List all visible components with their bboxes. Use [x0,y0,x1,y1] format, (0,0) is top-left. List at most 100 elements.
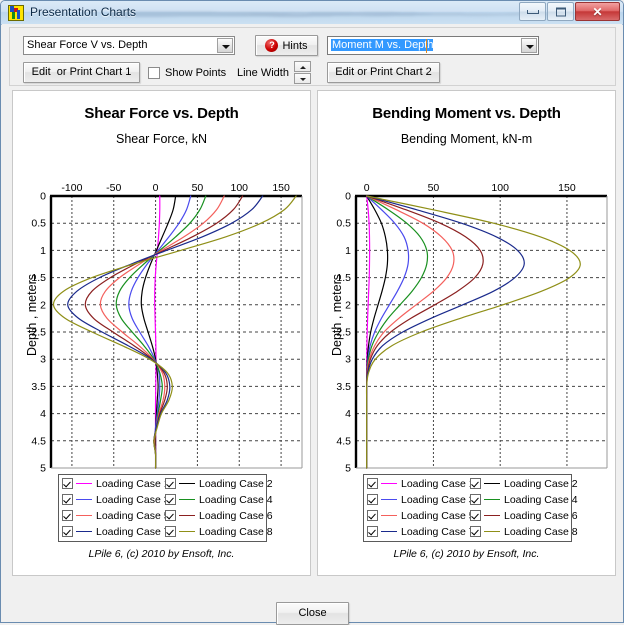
legend-item[interactable]: Loading Case 3 [367,492,475,507]
legend-checkbox[interactable] [470,478,481,489]
svg-text:1.5: 1.5 [31,272,46,284]
minimize-button[interactable] [519,2,546,21]
legend-color-swatch [381,483,397,484]
svg-text:0: 0 [153,182,159,194]
svg-text:3.5: 3.5 [31,381,46,393]
edit-print-chart1-button[interactable]: Edit or Print Chart 1 [23,62,140,83]
chevron-down-icon-2[interactable] [521,38,537,53]
legend-checkbox[interactable] [62,478,73,489]
legend-label: Loading Case 5 [96,509,170,522]
edit-print-chart2-button[interactable]: Edit or Print Chart 2 [327,62,440,83]
legend-label: Loading Case 6 [504,509,578,522]
legend-checkbox[interactable] [62,494,73,505]
legend-color-swatch [484,483,500,484]
chart2-type-value: Moment M vs. Depth [331,39,434,51]
svg-text:2.5: 2.5 [336,327,351,339]
legend-label: Loading Case 2 [199,477,273,490]
legend-color-swatch [179,531,195,532]
legend-checkbox[interactable] [62,526,73,537]
legend-checkbox[interactable] [367,478,378,489]
chart1-legend: Loading Case 1 Loading Case 2 Loading Case… [58,474,273,542]
line-width-stepper[interactable] [294,61,311,84]
hints-button[interactable]: ? Hints [255,35,318,56]
legend-color-swatch [76,499,92,500]
legend-row: Loading Case 3 Loading Case 4 [367,492,578,507]
svg-text:5: 5 [345,463,351,475]
legend-item[interactable]: Loading Case 1 [62,476,170,491]
legend-color-swatch [179,515,195,516]
legend-checkbox[interactable] [165,494,176,505]
legend-item[interactable]: Loading Case 3 [62,492,170,507]
chevron-down-icon[interactable] [217,38,233,53]
chart1-type-value: Shear Force V vs. Depth [27,39,148,51]
svg-text:4: 4 [345,408,351,420]
legend-item[interactable]: Loading Case 4 [470,492,578,507]
legend-checkbox[interactable] [367,526,378,537]
legend-color-swatch [381,515,397,516]
legend-item[interactable]: Loading Case 6 [470,508,578,523]
hints-label: Hints [282,39,308,52]
legend-item[interactable]: Loading Case 5 [367,508,475,523]
close-button[interactable]: Close [276,602,349,625]
legend-label: Loading Case 1 [401,477,475,490]
legend-color-swatch [179,483,195,484]
legend-row: Loading Case 7 Loading Case 8 [367,524,578,539]
spinner-up-icon[interactable] [294,61,311,72]
legend-checkbox[interactable] [165,510,176,521]
chart1-type-select[interactable]: Shear Force V vs. Depth [23,36,235,55]
legend-item[interactable]: Loading Case 4 [165,492,273,507]
text-caret [426,39,427,53]
legend-color-swatch [381,499,397,500]
legend-item[interactable]: Loading Case 1 [367,476,475,491]
legend-item[interactable]: Loading Case 2 [165,476,273,491]
spinner-down-icon[interactable] [294,73,311,84]
svg-text:50: 50 [192,182,204,194]
svg-text:100: 100 [491,182,509,194]
legend-checkbox[interactable] [62,510,73,521]
client-area: Shear Force V vs. Depth ? Hints Moment M… [2,24,622,625]
legend-checkbox[interactable] [165,478,176,489]
legend-label: Loading Case 1 [96,477,170,490]
chart2-type-select[interactable]: Moment M vs. Depth [327,36,539,55]
legend-checkbox[interactable] [165,526,176,537]
legend-item[interactable]: Loading Case 8 [165,524,273,539]
legend-color-swatch [76,531,92,532]
svg-text:2.5: 2.5 [31,327,46,339]
legend-item[interactable]: Loading Case 6 [165,508,273,523]
legend-label: Loading Case 2 [504,477,578,490]
legend-color-swatch [381,531,397,532]
minimize-icon [526,9,539,14]
show-points-checkbox[interactable] [148,67,160,79]
legend-checkbox[interactable] [367,510,378,521]
legend-color-swatch [484,531,500,532]
chart2-legend: Loading Case 1 Loading Case 2 Loading Case… [363,474,578,542]
legend-item[interactable]: Loading Case 7 [62,524,170,539]
legend-color-swatch [76,515,92,516]
svg-text:100: 100 [230,182,248,194]
svg-text:4.5: 4.5 [336,435,351,447]
window-buttons: ✕ [518,2,620,22]
app-charts-icon [8,5,24,21]
legend-item[interactable]: Loading Case 8 [470,524,578,539]
legend-checkbox[interactable] [470,494,481,505]
legend-row: Loading Case 5 Loading Case 6 [367,508,578,523]
legend-checkbox[interactable] [367,494,378,505]
maximize-button[interactable] [547,2,574,21]
chart-panel-moment: Bending Moment vs. Depth Bending Moment,… [317,90,616,576]
legend-item[interactable]: Loading Case 5 [62,508,170,523]
svg-text:3: 3 [345,354,351,366]
svg-text:150: 150 [272,182,290,194]
svg-text:4: 4 [40,408,46,420]
legend-row: Loading Case 3 Loading Case 4 [62,492,273,507]
maximize-icon [555,7,566,16]
legend-checkbox[interactable] [470,526,481,537]
help-question-icon: ? [265,39,279,52]
legend-item[interactable]: Loading Case 7 [367,524,475,539]
svg-text:-100: -100 [61,182,82,194]
svg-text:2: 2 [40,299,46,311]
toolbar-panel: Shear Force V vs. Depth ? Hints Moment M… [9,27,616,86]
legend-label: Loading Case 6 [199,509,273,522]
window-close-button[interactable]: ✕ [575,2,620,21]
legend-checkbox[interactable] [470,510,481,521]
legend-item[interactable]: Loading Case 2 [470,476,578,491]
